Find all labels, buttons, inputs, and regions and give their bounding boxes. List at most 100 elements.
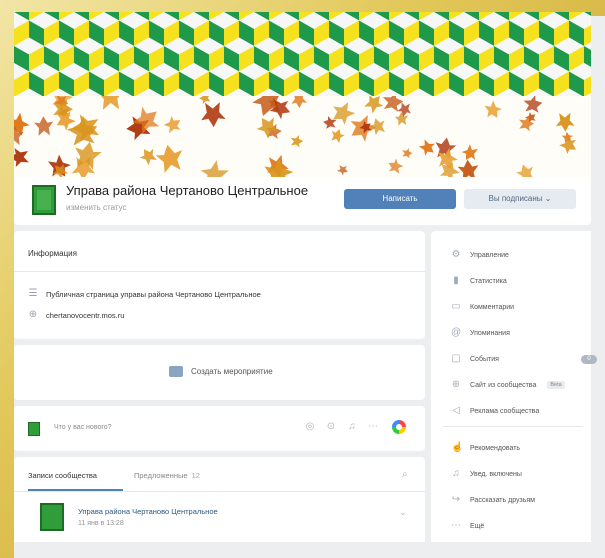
menu-item-label: Управление [470,251,509,259]
community-actions-menu: ⚙ Управление ▮ Статистика ▭ Комментарии … [431,231,597,542]
more-icon: ⋯ [451,520,461,531]
info-card: Информация ☰ Публичная страница управы р… [14,231,425,339]
post-composer: Что у вас нового? ◎ ⊙ ♫ ⋯ [14,406,425,451]
status-text[interactable]: изменить статус [66,203,127,212]
menu-item-site[interactable]: ⊕ Сайт из сообщества Beta [451,380,591,390]
leaf [290,135,304,148]
menu-item-events[interactable]: ▢ События 0 [451,353,597,364]
info-website-row[interactable]: ⊕ chertanovocentr.mos.ru [28,309,125,320]
leaf [369,118,385,136]
subscribed-button[interactable]: Вы подписаны ⌄ [464,189,576,209]
community-avatar[interactable] [32,185,56,215]
composer-avatar [28,422,40,436]
post-timestamp[interactable]: 11 янв в 13:28 [78,520,124,527]
menu-item-ads[interactable]: ◁ Реклама сообщества [451,406,591,416]
info-website-link[interactable]: chertanovocentr.mos.ru [46,311,124,320]
menu-item-label: Комментарии [470,303,515,311]
post-author-avatar[interactable] [40,503,64,531]
share-icon: ↪ [451,494,461,505]
leaf [331,129,345,144]
leaf [484,100,502,118]
music-icon[interactable]: ♫ [346,421,358,433]
menu-item-label: Рекомендовать [470,444,521,452]
leaf [461,144,478,160]
leaf [555,112,575,132]
events-badge: 0 [581,354,597,364]
leaf [256,117,279,139]
divider [14,491,425,492]
message-button[interactable]: Написать [344,189,456,209]
leaf [291,96,307,108]
community-cover [14,12,591,177]
more-icon[interactable]: ⋯ [367,421,379,433]
menu-item-mentions[interactable]: @ Упоминания [451,328,591,338]
info-description-row: ☰ Публичная страница управы района Черта… [28,289,261,299]
menu-item-label: Реклама сообщества [470,407,540,415]
cover-cube-pattern [14,12,591,96]
chevron-down-icon[interactable]: ⌄ [399,507,407,518]
leaf [337,165,348,176]
leaf [364,96,384,114]
poster-icon[interactable] [392,420,406,434]
leaf [199,96,211,104]
create-event-button[interactable]: Создать мероприятие [169,366,273,377]
camera-icon[interactable]: ◎ [304,421,316,433]
menu-item-manage[interactable]: ⚙ Управление [451,250,591,260]
divider [443,426,583,427]
menu-item-label: Ещё [470,522,485,530]
globe-icon: ⊕ [451,379,461,390]
tab-suggested-label: Предложенные [134,471,188,480]
menu-item-label: События [470,355,499,363]
menu-item-label: Рассказать друзьям [470,496,535,504]
at-icon: @ [451,327,462,338]
post-author-name[interactable]: Управа района Чертаново Центральное [78,507,218,516]
search-icon[interactable]: ⌕ [402,469,408,480]
tab-suggested[interactable]: Предложенные 12 [134,471,200,480]
megaphone-icon: ◁ [452,405,460,416]
leaf [516,164,534,177]
divider [14,271,425,272]
thumbs-up-icon: ☝ [451,442,464,453]
globe-icon: ⊕ [28,309,38,320]
menu-item-recommend[interactable]: ☝ Рекомендовать [451,443,591,453]
leaf [201,102,226,128]
video-icon[interactable]: ⊙ [325,421,337,433]
leaf [418,139,435,156]
leaf [139,148,157,166]
comment-icon: ▭ [451,301,461,312]
leaf [523,96,543,113]
menu-item-stats[interactable]: ▮ Статистика [451,276,591,286]
composer-input[interactable]: Что у вас нового? [54,424,112,431]
leaf [394,112,409,126]
menu-item-label: Сайт из сообщества [470,381,537,389]
bar-chart-icon: ▮ [453,275,459,286]
composer-tools: ◎ ⊙ ♫ ⋯ [304,421,379,433]
community-header: Управа района Чертаново Центральное изме… [14,177,591,225]
menu-item-label: Упоминания [470,329,510,337]
leaf [33,116,54,136]
menu-item-notifications[interactable]: ♫ Увед. включены [451,469,591,479]
leaf [388,158,404,174]
menu-item-comments[interactable]: ▭ Комментарии [451,302,591,312]
create-event-card[interactable]: Создать мероприятие [14,345,425,400]
event-icon: ▢ [451,353,461,364]
leaf [402,148,413,159]
create-event-label: Создать мероприятие [191,367,273,376]
menu-item-label: Увед. включены [470,470,522,478]
speech-bubble-icon [169,366,183,377]
info-heading: Информация [28,249,77,258]
list-icon: ☰ [28,288,38,299]
tab-community-posts[interactable]: Записи сообщества [28,471,123,491]
leaf [163,115,181,134]
community-feed: Записи сообщества Предложенные 12 ⌕ Управ… [14,457,425,542]
bell-icon: ♫ [452,468,460,479]
leaf [457,159,479,177]
beta-badge: Beta [547,381,565,389]
menu-item-share[interactable]: ↪ Рассказать друзьям [451,495,591,505]
gear-icon: ⚙ [451,249,461,260]
menu-item-more[interactable]: ⋯ Ещё [451,521,591,531]
leaf [200,160,229,177]
menu-item-label: Статистика [470,277,507,285]
cover-autumn-leaves [14,96,591,177]
tab-suggested-count: 12 [191,471,200,480]
